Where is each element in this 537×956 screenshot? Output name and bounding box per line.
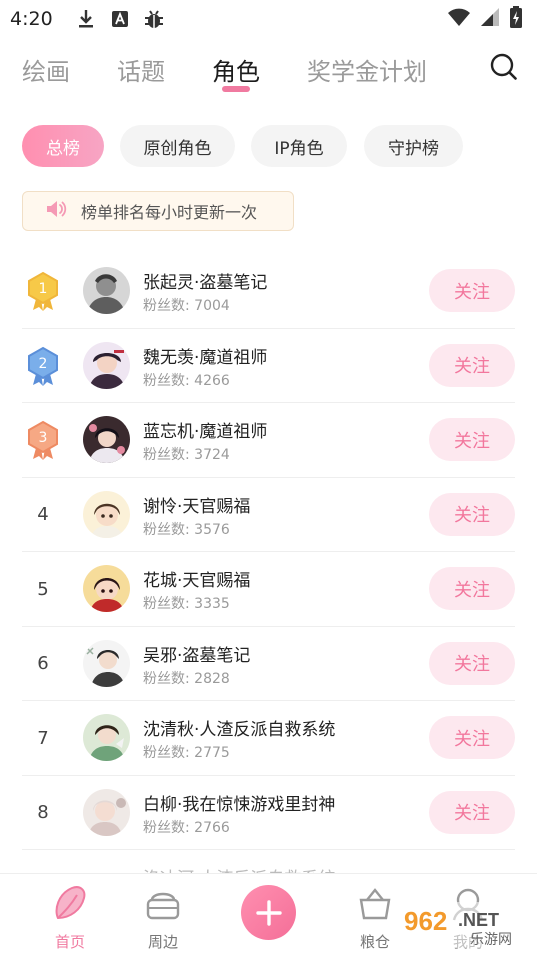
follow-button[interactable]: 关注: [429, 716, 515, 759]
battery-icon: [509, 6, 523, 32]
ranking-list: 1 张起灵·盗墓笔记 粉丝数: 7004 关注 2 魏无羡·魔道祖师 粉丝数: …: [22, 254, 515, 880]
create-button[interactable]: [241, 885, 296, 940]
rank-number: 4: [37, 504, 49, 525]
download-icon: [75, 8, 97, 30]
fan-count: 粉丝数: 2828: [143, 670, 230, 687]
nav-home-label: 首页: [54, 933, 85, 951]
chip-ip-character[interactable]: IP角色: [251, 125, 347, 167]
nav-merch[interactable]: 周边: [123, 874, 203, 956]
status-time: 4:20: [10, 8, 53, 30]
svg-text:1: 1: [39, 281, 48, 297]
update-notice: 榜单排名每小时更新一次: [22, 191, 294, 231]
rank-number: 6: [37, 653, 49, 674]
tab-painting[interactable]: 绘画: [22, 52, 70, 87]
avatar[interactable]: [83, 788, 130, 836]
ranking-row[interactable]: 1 张起灵·盗墓笔记 粉丝数: 7004 关注: [22, 254, 515, 329]
silver-medal-icon: 2: [26, 346, 60, 386]
avatar[interactable]: [83, 714, 130, 761]
fan-count: 粉丝数: 3724: [143, 447, 230, 463]
search-button[interactable]: [489, 52, 519, 82]
avatar[interactable]: [83, 341, 130, 389]
rank-number: 7: [37, 727, 49, 749]
avatar[interactable]: [83, 639, 130, 687]
follow-button[interactable]: 关注: [429, 641, 515, 685]
ranking-row[interactable]: 7 沈清秋·人渣反派自救系统 粉丝数: 2775 关注: [22, 701, 515, 776]
nav-home[interactable]: 首页: [30, 874, 110, 956]
avatar[interactable]: [83, 416, 130, 463]
avatar[interactable]: [83, 267, 130, 314]
character-name[interactable]: 谢怜·天官赐福: [143, 492, 250, 517]
search-icon: [490, 53, 517, 80]
character-name[interactable]: 花城·天官赐福: [143, 566, 250, 591]
top-tabs: 绘画 话题 角色 奖学金计划: [0, 46, 537, 96]
follow-button[interactable]: 关注: [429, 418, 515, 461]
gold-medal-icon: 1: [26, 271, 60, 311]
character-name[interactable]: 白柳·我在惊悚游戏里封神: [143, 790, 335, 815]
fan-count: 粉丝数: 2766: [143, 819, 230, 836]
status-bar: 4:20: [0, 0, 537, 38]
chip-guardian[interactable]: 守护榜: [364, 125, 463, 167]
wifi-icon: [447, 7, 471, 31]
rank-number: 5: [37, 578, 49, 600]
granary-basket-icon: [359, 888, 391, 920]
plus-icon: [255, 899, 282, 926]
fan-count: 粉丝数: 2775: [143, 745, 230, 761]
character-name[interactable]: 张起灵·盗墓笔记: [143, 268, 267, 293]
ranking-row[interactable]: 4 谢怜·天官赐福 粉丝数: 3576 关注: [22, 478, 515, 552]
ranking-row[interactable]: 5 花城·天官赐福 粉丝数: 3335 关注: [22, 552, 515, 627]
site-watermark: 962 .NET 乐游网: [398, 900, 530, 950]
character-name[interactable]: 魏无羡·魔道祖师: [143, 343, 267, 368]
signal-icon: [479, 7, 501, 31]
tab-indicator: [222, 86, 250, 92]
bug-icon: [143, 8, 165, 30]
fan-count: 粉丝数: 4266: [143, 372, 230, 389]
nav-merch-label: 周边: [147, 933, 178, 951]
avatar[interactable]: [83, 490, 130, 538]
merch-box-icon: [146, 892, 180, 920]
bronze-medal-icon: 3: [26, 420, 60, 460]
follow-button[interactable]: 关注: [429, 790, 515, 834]
ranking-row[interactable]: 3 蓝忘机·魔道祖师 粉丝数: 3724 关注: [22, 403, 515, 478]
font-a-icon: [109, 8, 131, 30]
watermark-sub: 乐游网: [470, 932, 512, 948]
character-name[interactable]: 沈清秋·人渣反派自救系统: [143, 715, 335, 740]
fan-count: 粉丝数: 7004: [143, 298, 230, 314]
ranking-row[interactable]: 6 吴邪·盗墓笔记 粉丝数: 2828 关注: [22, 627, 515, 701]
character-name[interactable]: 吴邪·盗墓笔记: [143, 641, 250, 666]
speaker-icon: [45, 199, 67, 223]
notice-text: 榜单排名每小时更新一次: [81, 203, 258, 222]
chip-original-character[interactable]: 原创角色: [120, 125, 235, 167]
home-feather-icon: [55, 886, 86, 920]
fan-count: 粉丝数: 3576: [143, 521, 230, 538]
follow-button[interactable]: 关注: [429, 492, 515, 536]
character-name[interactable]: 蓝忘机·魔道祖师: [143, 417, 267, 442]
svg-text:2: 2: [39, 356, 48, 372]
ranking-row[interactable]: 8 白柳·我在惊悚游戏里封神 粉丝数: 2766 关注: [22, 776, 515, 850]
tab-character[interactable]: 角色: [212, 52, 260, 87]
watermark-domain: .NET: [458, 910, 499, 930]
tab-scholarship[interactable]: 奖学金计划: [307, 52, 427, 87]
rank-number: 8: [37, 802, 49, 823]
watermark-number: 962: [404, 906, 447, 936]
ranking-row[interactable]: 2 魏无羡·魔道祖师 粉丝数: 4266 关注: [22, 329, 515, 403]
avatar[interactable]: [83, 565, 130, 612]
follow-button[interactable]: 关注: [429, 269, 515, 312]
tab-topic[interactable]: 话题: [117, 52, 165, 87]
fan-count: 粉丝数: 3335: [143, 596, 230, 612]
follow-button[interactable]: 关注: [429, 343, 515, 387]
follow-button[interactable]: 关注: [429, 567, 515, 610]
svg-text:3: 3: [39, 430, 48, 446]
chip-overall[interactable]: 总榜: [22, 125, 104, 167]
